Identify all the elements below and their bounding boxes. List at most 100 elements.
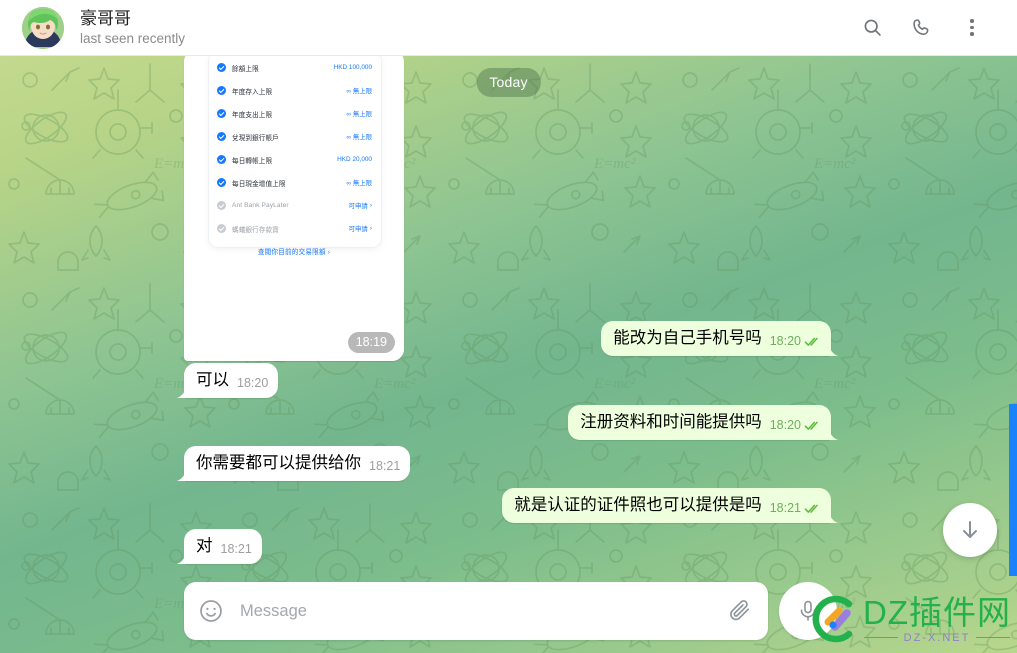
scrollbar-thumb[interactable] <box>1009 404 1017 576</box>
date-divider: Today <box>476 68 541 97</box>
bank-limit-label: 每日轉帳上限 <box>232 157 273 165</box>
bank-limit-label: 每日現金增值上限 <box>232 180 286 188</box>
bank-limit-label: 年度支出上限 <box>232 111 273 119</box>
bank-limit-row: 年度存入上限 ∞ 無上限 <box>209 79 381 102</box>
message-meta: 18:21 <box>221 542 252 557</box>
double-check-icon <box>804 504 818 513</box>
header-actions <box>857 13 1003 43</box>
chat-header: 豪哥哥 last seen recently <box>0 0 1017 56</box>
chevron-right-icon: › <box>369 225 372 232</box>
message-time: 18:21 <box>220 542 252 556</box>
bank-limit-value: ∞ 無上限 <box>346 111 372 118</box>
message-bubble-incoming[interactable]: 可以 18:20 <box>184 363 279 398</box>
bank-limit-label: 螞蟻銀行存款寶 <box>232 226 279 234</box>
microphone-icon <box>800 600 816 621</box>
bank-limits-link: 查閱你目前的交易限額 › <box>257 249 331 256</box>
message-text: 对 <box>196 537 213 555</box>
voice-record-button[interactable] <box>779 582 837 640</box>
bank-limit-row[interactable]: Ant Bank PayLater 可申請 › <box>209 194 381 217</box>
bank-limit-row: 年度支出上限 ∞ 無上限 <box>209 102 381 125</box>
message-meta: 18:20 <box>770 334 821 349</box>
message-row: 你需要都可以提供给你 18:21 <box>184 446 411 481</box>
bank-limit-row: 每日轉帳上限 HKD 20,000 <box>209 148 381 171</box>
check-circle-icon <box>217 86 226 95</box>
search-button[interactable] <box>857 13 887 43</box>
message-row: 就是认证的证件照也可以提供是吗 18:21 <box>502 488 831 523</box>
message-time: 18:20 <box>769 334 801 348</box>
message-bubble-outgoing[interactable]: 能改为自己手机号吗 18:20 <box>601 321 831 356</box>
bank-limit-value: 可申請 › <box>348 225 372 233</box>
bank-limit-value: ∞ 無上限 <box>346 134 372 141</box>
message-text: 注册资料和时间能提供吗 <box>580 413 762 431</box>
bank-limit-value: HKD 20,000 <box>337 156 372 163</box>
message-text: 能改为自己手机号吗 <box>613 329 762 347</box>
arrow-down-icon <box>963 521 977 538</box>
bank-limit-label: Ant Bank PayLater <box>232 202 289 209</box>
bank-limit-row: 每日現金增值上限 ∞ 無上限 <box>209 171 381 194</box>
message-bubble-incoming[interactable]: 你需要都可以提供给你 18:21 <box>184 446 411 481</box>
emoji-button[interactable] <box>198 598 224 624</box>
photo-message[interactable]: 餘額上限 HKD 100,000 年度存入上限 ∞ 無上限 年度支出上限 ∞ 無上限 兌現到… <box>184 56 404 361</box>
message-time: 18:21 <box>769 501 801 515</box>
message-text: 就是认证的证件照也可以提供是吗 <box>514 496 762 514</box>
message-meta: 18:21 <box>369 459 400 474</box>
message-row: 可以 18:20 <box>184 363 279 398</box>
bank-limit-value: HKD 100,000 <box>333 64 372 71</box>
bank-limit-row: 餘額上限 HKD 100,000 <box>209 56 381 79</box>
chat-area: Today 餘額上限 HKD 100,000 年度存入上限 ∞ 無上限 年度支出上限 ∞ … <box>0 56 1017 653</box>
bank-limit-label: 年度存入上限 <box>232 88 273 96</box>
photo-content: 餘額上限 HKD 100,000 年度存入上限 ∞ 無上限 年度支出上限 ∞ 無上限 兌現到… <box>184 56 404 361</box>
bank-limit-row: 兌現到銀行帳戶 ∞ 無上限 <box>209 125 381 148</box>
search-icon <box>864 19 881 36</box>
message-time: 18:20 <box>769 418 801 432</box>
bank-limit-label: 餘額上限 <box>232 65 259 73</box>
check-circle-icon <box>217 178 226 187</box>
message-text: 可以 <box>196 371 229 389</box>
message-text: 你需要都可以提供给你 <box>196 454 361 472</box>
bank-limits-card: 餘額上限 HKD 100,000 年度存入上限 ∞ 無上限 年度支出上限 ∞ 無上限 兌現到… <box>209 56 381 247</box>
check-circle-icon <box>217 109 226 118</box>
message-list: 餘額上限 HKD 100,000 年度存入上限 ∞ 無上限 年度支出上限 ∞ 無上限 兌現到… <box>0 56 1017 653</box>
chevron-right-icon: › <box>369 202 372 209</box>
message-bubble-outgoing[interactable]: 就是认证的证件照也可以提供是吗 18:21 <box>502 488 831 523</box>
chat-title: 豪哥哥 <box>80 8 131 28</box>
message-meta: 18:20 <box>237 376 268 391</box>
bank-limit-label: 兌現到銀行帳戶 <box>232 134 279 142</box>
call-button[interactable] <box>907 13 937 43</box>
scroll-to-bottom-button[interactable] <box>943 503 997 557</box>
bank-limit-row[interactable]: 螞蟻銀行存款寶 可申請 › <box>209 217 381 240</box>
bank-limit-value: 可申請 › <box>348 202 372 210</box>
check-circle-disabled-icon <box>217 224 226 233</box>
message-row: 注册资料和时间能提供吗 18:20 <box>568 405 831 440</box>
chat-status: last seen recently <box>80 30 186 46</box>
check-circle-icon <box>217 155 226 164</box>
more-menu-button[interactable] <box>957 13 987 43</box>
check-circle-icon <box>217 132 226 141</box>
message-bubble-incoming[interactable]: 对 18:21 <box>184 529 262 564</box>
smiley-icon <box>200 600 222 622</box>
message-meta: 18:21 <box>770 501 821 516</box>
message-time: 18:21 <box>369 459 401 473</box>
paperclip-icon <box>730 600 750 621</box>
message-time: 18:20 <box>237 376 269 390</box>
check-circle-disabled-icon <box>217 201 226 210</box>
bank-limit-value: ∞ 無上限 <box>346 88 372 95</box>
message-row: 能改为自己手机号吗 18:20 <box>601 321 831 356</box>
message-bubble-outgoing[interactable]: 注册资料和时间能提供吗 18:20 <box>568 405 831 440</box>
chat-title-block[interactable]: 豪哥哥 last seen recently <box>80 9 185 47</box>
attach-button[interactable] <box>728 598 754 624</box>
avatar[interactable] <box>22 6 64 49</box>
avatar-image <box>22 6 64 49</box>
double-check-icon <box>804 337 818 346</box>
phone-icon <box>912 19 928 35</box>
message-row: 对 18:21 <box>184 529 262 564</box>
message-composer[interactable] <box>184 582 768 640</box>
telegram-chat-window: 豪哥哥 last seen recently Today 餘額上限 HKD 10… <box>0 0 1017 653</box>
message-timestamp: 18:19 <box>347 332 395 353</box>
chat-scrollbar[interactable] <box>1009 56 1017 653</box>
double-check-icon <box>804 421 818 430</box>
message-input[interactable] <box>240 601 718 621</box>
bank-limit-value: ∞ 無上限 <box>346 180 372 187</box>
more-vertical-icon <box>970 19 974 36</box>
check-circle-icon <box>217 63 226 72</box>
